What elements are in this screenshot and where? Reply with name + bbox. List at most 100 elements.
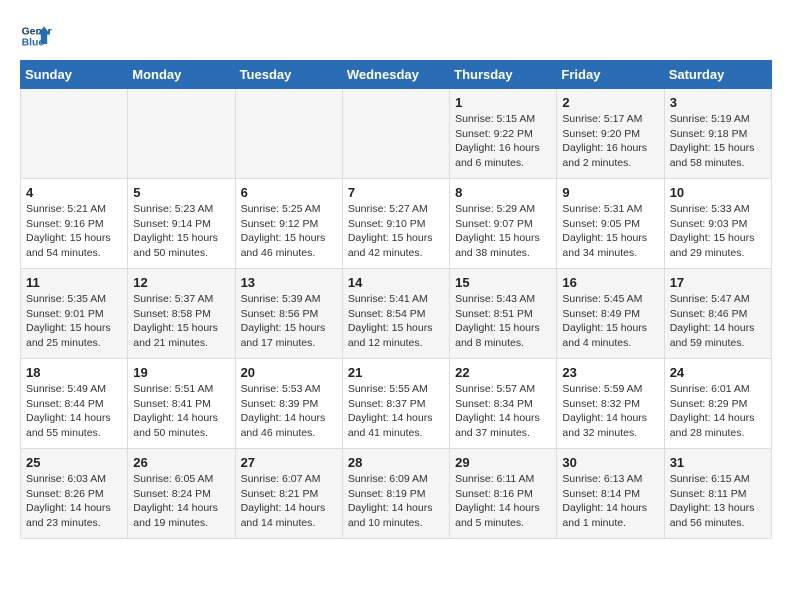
header-cell-sunday: Sunday xyxy=(21,61,128,89)
day-info: Sunrise: 6:03 AM Sunset: 8:26 PM Dayligh… xyxy=(26,472,122,531)
week-row-2: 4 Sunrise: 5:21 AM Sunset: 9:16 PM Daylig… xyxy=(21,179,772,269)
day-info: Sunrise: 5:23 AM Sunset: 9:14 PM Dayligh… xyxy=(133,202,229,261)
day-number: 21 xyxy=(348,365,444,380)
day-info: Sunrise: 5:59 AM Sunset: 8:32 PM Dayligh… xyxy=(562,382,658,441)
header-cell-tuesday: Tuesday xyxy=(235,61,342,89)
day-cell: 14 Sunrise: 5:41 AM Sunset: 8:54 PM Dayli… xyxy=(342,269,449,359)
header-cell-saturday: Saturday xyxy=(664,61,771,89)
day-info: Sunrise: 6:15 AM Sunset: 8:11 PM Dayligh… xyxy=(670,472,766,531)
day-cell: 20Sunrise: 5:53 AM Sunset: 8:39 PM Dayli… xyxy=(235,359,342,449)
day-cell: 29 Sunrise: 6:11 AM Sunset: 8:16 PM Dayli… xyxy=(450,449,557,539)
day-number: 3 xyxy=(670,95,766,110)
day-info: Sunrise: 5:53 AM Sunset: 8:39 PM Dayligh… xyxy=(241,382,337,441)
day-cell: 1Sunrise: 5:15 AM Sunset: 9:22 PM Daylig… xyxy=(450,89,557,179)
day-cell: 13Sunrise: 5:39 AM Sunset: 8:56 PM Dayli… xyxy=(235,269,342,359)
day-info: Sunrise: 6:05 AM Sunset: 8:24 PM Dayligh… xyxy=(133,472,229,531)
day-cell xyxy=(128,89,235,179)
header-cell-thursday: Thursday xyxy=(450,61,557,89)
day-cell: 6Sunrise: 5:25 AM Sunset: 9:12 PM Daylig… xyxy=(235,179,342,269)
day-number: 14 xyxy=(348,275,444,290)
day-info: Sunrise: 5:47 AM Sunset: 8:46 PM Dayligh… xyxy=(670,292,766,351)
day-number: 11 xyxy=(26,275,122,290)
day-cell xyxy=(235,89,342,179)
day-number: 18 xyxy=(26,365,122,380)
day-info: Sunrise: 6:01 AM Sunset: 8:29 PM Dayligh… xyxy=(670,382,766,441)
day-info: Sunrise: 5:49 AM Sunset: 8:44 PM Dayligh… xyxy=(26,382,122,441)
day-cell: 8 Sunrise: 5:29 AM Sunset: 9:07 PM Daylig… xyxy=(450,179,557,269)
day-info: Sunrise: 6:07 AM Sunset: 8:21 PM Dayligh… xyxy=(241,472,337,531)
day-cell: 22 Sunrise: 5:57 AM Sunset: 8:34 PM Dayli… xyxy=(450,359,557,449)
day-cell: 23Sunrise: 5:59 AM Sunset: 8:32 PM Dayli… xyxy=(557,359,664,449)
day-info: Sunrise: 5:31 AM Sunset: 9:05 PM Dayligh… xyxy=(562,202,658,261)
day-number: 8 xyxy=(455,185,551,200)
day-cell: 16Sunrise: 5:45 AM Sunset: 8:49 PM Dayli… xyxy=(557,269,664,359)
calendar-header: SundayMondayTuesdayWednesdayThursdayFrid… xyxy=(21,61,772,89)
day-info: Sunrise: 6:11 AM Sunset: 8:16 PM Dayligh… xyxy=(455,472,551,531)
day-number: 30 xyxy=(562,455,658,470)
day-number: 7 xyxy=(348,185,444,200)
day-info: Sunrise: 5:57 AM Sunset: 8:34 PM Dayligh… xyxy=(455,382,551,441)
day-cell: 3 Sunrise: 5:19 AM Sunset: 9:18 PM Daylig… xyxy=(664,89,771,179)
day-number: 29 xyxy=(455,455,551,470)
day-info: Sunrise: 5:37 AM Sunset: 8:58 PM Dayligh… xyxy=(133,292,229,351)
day-cell: 30 Sunrise: 6:13 AM Sunset: 8:14 PM Dayli… xyxy=(557,449,664,539)
day-info: Sunrise: 6:13 AM Sunset: 8:14 PM Dayligh… xyxy=(562,472,658,531)
header-cell-wednesday: Wednesday xyxy=(342,61,449,89)
day-number: 28 xyxy=(348,455,444,470)
day-number: 15 xyxy=(455,275,551,290)
day-cell: 2 Sunrise: 5:17 AM Sunset: 9:20 PM Daylig… xyxy=(557,89,664,179)
day-number: 4 xyxy=(26,185,122,200)
day-number: 27 xyxy=(241,455,337,470)
day-info: Sunrise: 5:27 AM Sunset: 9:10 PM Dayligh… xyxy=(348,202,444,261)
day-cell: 9 Sunrise: 5:31 AM Sunset: 9:05 PM Daylig… xyxy=(557,179,664,269)
day-number: 31 xyxy=(670,455,766,470)
day-info: Sunrise: 5:35 AM Sunset: 9:01 PM Dayligh… xyxy=(26,292,122,351)
day-info: Sunrise: 5:17 AM Sunset: 9:20 PM Dayligh… xyxy=(562,112,658,171)
day-cell: 15 Sunrise: 5:43 AM Sunset: 8:51 PM Dayli… xyxy=(450,269,557,359)
day-number: 2 xyxy=(562,95,658,110)
day-info: Sunrise: 5:33 AM Sunset: 9:03 PM Dayligh… xyxy=(670,202,766,261)
day-number: 12 xyxy=(133,275,229,290)
day-cell: 21Sunrise: 5:55 AM Sunset: 8:37 PM Dayli… xyxy=(342,359,449,449)
logo-icon: General Blue xyxy=(20,20,52,52)
calendar-body: 1Sunrise: 5:15 AM Sunset: 9:22 PM Daylig… xyxy=(21,89,772,539)
day-number: 13 xyxy=(241,275,337,290)
day-number: 19 xyxy=(133,365,229,380)
day-cell: 7 Sunrise: 5:27 AM Sunset: 9:10 PM Daylig… xyxy=(342,179,449,269)
day-cell: 17 Sunrise: 5:47 AM Sunset: 8:46 PM Dayli… xyxy=(664,269,771,359)
day-info: Sunrise: 5:15 AM Sunset: 9:22 PM Dayligh… xyxy=(455,112,551,171)
day-info: Sunrise: 5:19 AM Sunset: 9:18 PM Dayligh… xyxy=(670,112,766,171)
day-number: 22 xyxy=(455,365,551,380)
day-number: 26 xyxy=(133,455,229,470)
header-cell-monday: Monday xyxy=(128,61,235,89)
day-info: Sunrise: 5:29 AM Sunset: 9:07 PM Dayligh… xyxy=(455,202,551,261)
header-row: SundayMondayTuesdayWednesdayThursdayFrid… xyxy=(21,61,772,89)
day-number: 17 xyxy=(670,275,766,290)
day-info: Sunrise: 5:45 AM Sunset: 8:49 PM Dayligh… xyxy=(562,292,658,351)
day-cell: 31 Sunrise: 6:15 AM Sunset: 8:11 PM Dayli… xyxy=(664,449,771,539)
day-cell xyxy=(342,89,449,179)
page-header: General Blue xyxy=(20,20,772,52)
day-cell: 27 Sunrise: 6:07 AM Sunset: 8:21 PM Dayli… xyxy=(235,449,342,539)
week-row-5: 25 Sunrise: 6:03 AM Sunset: 8:26 PM Dayli… xyxy=(21,449,772,539)
logo: General Blue xyxy=(20,20,52,52)
day-cell: 18 Sunrise: 5:49 AM Sunset: 8:44 PM Dayli… xyxy=(21,359,128,449)
day-cell: 25 Sunrise: 6:03 AM Sunset: 8:26 PM Dayli… xyxy=(21,449,128,539)
day-number: 25 xyxy=(26,455,122,470)
day-cell: 4 Sunrise: 5:21 AM Sunset: 9:16 PM Daylig… xyxy=(21,179,128,269)
week-row-3: 11 Sunrise: 5:35 AM Sunset: 9:01 PM Dayli… xyxy=(21,269,772,359)
day-cell: 12 Sunrise: 5:37 AM Sunset: 8:58 PM Dayli… xyxy=(128,269,235,359)
day-cell: 10Sunrise: 5:33 AM Sunset: 9:03 PM Dayli… xyxy=(664,179,771,269)
day-info: Sunrise: 5:41 AM Sunset: 8:54 PM Dayligh… xyxy=(348,292,444,351)
day-number: 5 xyxy=(133,185,229,200)
header-cell-friday: Friday xyxy=(557,61,664,89)
day-number: 24 xyxy=(670,365,766,380)
calendar-table: SundayMondayTuesdayWednesdayThursdayFrid… xyxy=(20,60,772,539)
day-number: 9 xyxy=(562,185,658,200)
day-info: Sunrise: 5:43 AM Sunset: 8:51 PM Dayligh… xyxy=(455,292,551,351)
day-cell: 11 Sunrise: 5:35 AM Sunset: 9:01 PM Dayli… xyxy=(21,269,128,359)
day-cell: 5 Sunrise: 5:23 AM Sunset: 9:14 PM Daylig… xyxy=(128,179,235,269)
day-cell xyxy=(21,89,128,179)
day-info: Sunrise: 5:21 AM Sunset: 9:16 PM Dayligh… xyxy=(26,202,122,261)
week-row-4: 18 Sunrise: 5:49 AM Sunset: 8:44 PM Dayli… xyxy=(21,359,772,449)
